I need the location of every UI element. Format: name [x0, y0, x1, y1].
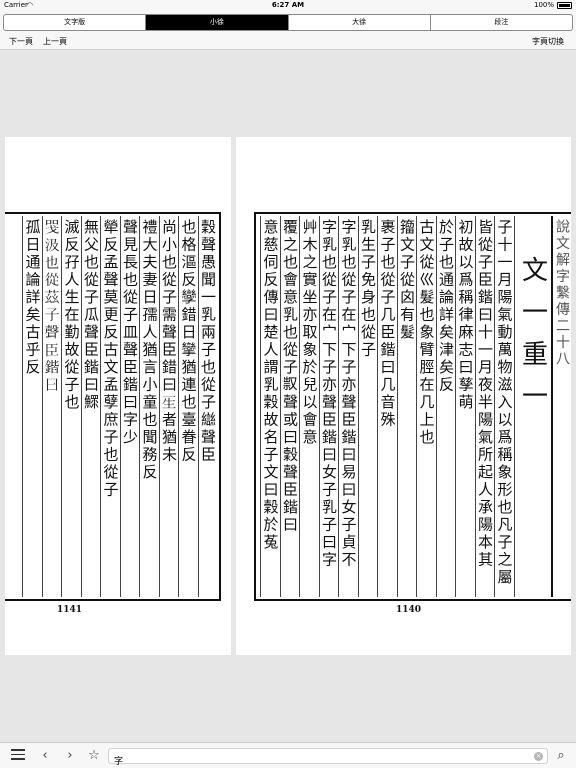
book-page-right: 說文解字繫傳二十八 文一重一 子十一月陽氣動萬物滋入以爲稱象形也凡子之屬 皆從子… — [236, 137, 571, 655]
clock: 6:27 AM — [271, 1, 305, 9]
text-column: 皆從子臣鍇曰十一月夜半陽氣所起人承陽本其 — [474, 216, 494, 597]
book-page-left: 穀聲愚聞一乳兩子也從子䜌聲臣 也格漚反孿錯日攣猶連也臺眷反 尚小也從子需聲臣錯曰… — [5, 137, 231, 655]
search-input[interactable] — [109, 753, 519, 768]
page-switch-button[interactable]: 字頁切換 — [532, 36, 564, 47]
edge-column: 說文解字繫傳二十八 — [550, 216, 572, 597]
text-column: 穀聲愚聞一乳兩子也從子䜌聲臣 — [197, 216, 217, 597]
previous-page-button[interactable]: 上一頁 — [43, 36, 67, 47]
tab-da-xu[interactable]: 大徐 — [289, 15, 431, 30]
search-field[interactable]: × — [108, 748, 548, 768]
text-column: 字乳也從子在宀下子亦聲臣鍇曰易曰女子貞不 — [338, 216, 358, 597]
page-nav-bar: 下一頁 上一頁 字頁切換 — [0, 32, 576, 50]
text-column: 字乳也從子在宀下子亦聲臣鍇曰女子乳子曰字 — [318, 216, 338, 597]
tab-xiao-xu[interactable]: 小徐 — [146, 15, 289, 30]
text-column: 孤日通論詳矣古乎反 — [22, 216, 42, 597]
page-text-frame: 穀聲愚聞一乳兩子也從子䜌聲臣 也格漚反孿錯日攣猶連也臺眷反 尚小也從子需聲臣錯曰… — [5, 212, 221, 601]
next-page-button[interactable]: 下一頁 — [9, 36, 33, 47]
text-column: 裹子也從子几臣鍇曰几音殊 — [377, 216, 397, 597]
page-number: 1140 — [396, 605, 422, 615]
section-heading-column: 文一重一 — [513, 216, 551, 597]
text-column: 於子也通論詳矣津矣反 — [435, 216, 455, 597]
text-column: 聲見長也從子皿聲臣鍇曰字少 — [119, 216, 139, 597]
status-bar: Carrier ◠ 6:27 AM 100% — [0, 0, 576, 12]
text-column: 尚小也從子需聲臣錯曰𤯔者猶未 — [158, 216, 178, 597]
menu-icon[interactable] — [8, 746, 28, 766]
text-column: 禮大夫妻日孺人猶言小童也聞務反 — [139, 216, 159, 597]
text-column: 古文從巛髮也象臂脛在几上也 — [416, 216, 436, 597]
text-column: 覆之也會意乳也從子𠭥聲或曰穀聲臣鍇曰 — [279, 216, 299, 597]
text-column: 無父也從子瓜聲臣鍇曰鰥 — [80, 216, 100, 597]
text-column: 初故以爲稱律麻志曰孳萌 — [455, 216, 475, 597]
forward-arrow-icon[interactable]: › — [60, 746, 80, 766]
text-column: 子十一月陽氣動萬物滋入以爲稱象形也凡子之屬 — [494, 216, 514, 597]
text-columns: 穀聲愚聞一乳兩子也從子䜌聲臣 也格漚反孿錯日攣猶連也臺眷反 尚小也從子需聲臣錯曰… — [5, 216, 217, 597]
battery-percent: 100% — [533, 1, 554, 9]
battery-icon — [557, 2, 572, 9]
text-columns: 說文解字繫傳二十八 文一重一 子十一月陽氣動萬物滋入以爲稱象形也凡子之屬 皆從子… — [258, 216, 571, 597]
text-column: 𢦸汲也從茲子聲臣鍇曰 — [41, 216, 61, 597]
text-column: 乳生子免身也從子 — [357, 216, 377, 597]
text-column: 艸木之實坐亦取象於兒以會意 — [299, 216, 319, 597]
text-column: 滅反孖人生在勤故從子也 — [61, 216, 81, 597]
text-column: 犖反孟聲莫更反古文孟孽庶子也從子 — [100, 216, 120, 597]
clear-icon[interactable]: × — [534, 752, 543, 761]
back-arrow-icon[interactable]: ‹ — [35, 746, 55, 766]
bottom-toolbar: ‹ › ☆ × ⌕ — [0, 742, 576, 768]
tab-duan-zhu[interactable]: 段注 — [431, 15, 572, 30]
page-number: 1141 — [57, 605, 83, 615]
page-text-frame: 說文解字繫傳二十八 文一重一 子十一月陽氣動萬物滋入以爲稱象形也凡子之屬 皆從子… — [254, 212, 571, 601]
text-column: 也格漚反孿錯日攣猶連也臺眷反 — [178, 216, 198, 597]
text-column: 意慈伺反傳曰楚人謂乳穀故名子文曰穀於菟 — [260, 216, 280, 597]
version-segmented-control: 文字版 小徐 大徐 段注 — [3, 14, 573, 31]
tab-text-version[interactable]: 文字版 — [4, 15, 147, 30]
search-icon[interactable]: ⌕ — [551, 746, 571, 766]
star-icon[interactable]: ☆ — [84, 746, 104, 766]
text-column: 籀文子從囟有髮 — [396, 216, 416, 597]
